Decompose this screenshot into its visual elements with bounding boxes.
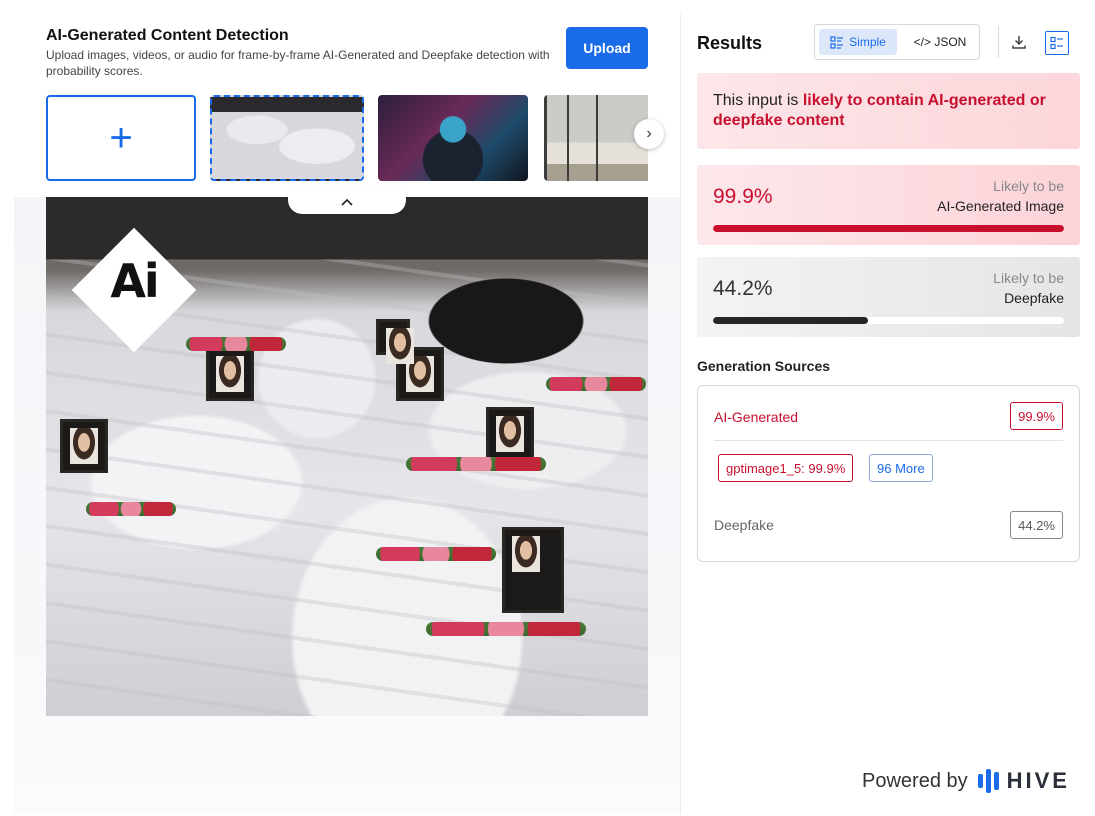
ai-generated-progress <box>713 225 1064 232</box>
flower-garland <box>86 502 176 516</box>
page-description: Upload images, videos, or audio for fram… <box>46 48 550 78</box>
source-ai-label: AI-Generated <box>714 409 799 425</box>
thumbnail-selected[interactable] <box>210 95 364 181</box>
mourner-figure <box>426 277 626 387</box>
ai-generated-label-top: Likely to be <box>993 178 1064 194</box>
details-list-icon <box>1050 36 1063 50</box>
chevron-up-icon <box>341 198 353 206</box>
details-toggle-button[interactable] <box>1045 31 1069 55</box>
powered-by-text: Powered by <box>862 769 968 792</box>
flower-garland <box>406 457 546 471</box>
flower-garland <box>546 377 646 391</box>
flower-garland <box>186 337 286 351</box>
verdict-prefix: This input is <box>713 92 803 109</box>
ai-generated-percent: 99.9% <box>713 185 773 208</box>
hive-logo-icon <box>977 769 999 793</box>
view-simple-button[interactable]: Simple <box>819 29 897 55</box>
deepfake-progress <box>713 317 1064 324</box>
download-button[interactable] <box>1008 31 1030 53</box>
view-json-button[interactable]: </> JSON <box>903 29 977 55</box>
portrait-frame <box>376 319 414 364</box>
chevron-right-icon: › <box>646 125 652 142</box>
source-deepfake-label: Deepfake <box>714 517 774 533</box>
add-media-button[interactable]: + <box>46 95 196 181</box>
view-simple-label: Simple <box>849 35 886 49</box>
list-view-icon <box>830 35 844 49</box>
ai-badge-label: Ai <box>110 254 159 308</box>
verdict-banner: This input is likely to contain AI-gener… <box>697 73 1080 149</box>
results-title: Results <box>697 33 763 53</box>
generation-sources-panel: AI-Generated 99.9% gptimage1_5: 99.9% 96… <box>697 385 1080 562</box>
deepfake-percent: 44.2% <box>713 277 773 300</box>
next-thumbnail-button[interactable]: › <box>634 119 664 149</box>
flower-garland <box>426 622 586 636</box>
portrait-frame <box>502 527 564 613</box>
portrait-frame <box>60 419 108 473</box>
toolbar-divider <box>998 26 999 58</box>
deepfake-label-top: Likely to be <box>993 270 1064 286</box>
deepfake-progress-fill <box>713 317 869 324</box>
flower-garland <box>376 547 496 561</box>
thumbnail-3[interactable] <box>544 95 648 181</box>
source-ai-value: 99.9% <box>1010 402 1063 430</box>
page-title: AI-Generated Content Detection <box>46 27 289 44</box>
model-chip: gptimage1_5: 99.9% <box>718 454 854 482</box>
collapse-thumbnails-button[interactable] <box>288 190 406 214</box>
portrait-frame <box>486 407 534 461</box>
upload-button[interactable]: Upload <box>566 27 648 69</box>
sources-divider <box>714 440 1063 441</box>
plus-icon: + <box>109 116 133 160</box>
panel-divider <box>680 14 681 814</box>
source-deepfake-value: 44.2% <box>1010 511 1063 539</box>
hive-brand: HIVE <box>1006 768 1070 793</box>
download-icon <box>1012 36 1026 49</box>
powered-by: Powered by HIVE <box>862 768 1070 794</box>
ai-generated-progress-fill <box>713 225 1064 232</box>
generation-sources-title: Generation Sources <box>697 358 831 374</box>
portrait-frame <box>206 347 254 401</box>
view-toggle: Simple </> JSON <box>814 24 980 60</box>
ai-generated-score-card: 99.9% Likely to be AI-Generated Image <box>697 165 1080 245</box>
deepfake-score-card: 44.2% Likely to be Deepfake <box>697 257 1080 337</box>
more-models-button[interactable]: 96 More <box>869 454 933 482</box>
deepfake-label-bottom: Deepfake <box>1004 290 1064 306</box>
thumbnail-2[interactable] <box>378 95 528 181</box>
ai-generated-label-bottom: AI-Generated Image <box>937 198 1064 214</box>
